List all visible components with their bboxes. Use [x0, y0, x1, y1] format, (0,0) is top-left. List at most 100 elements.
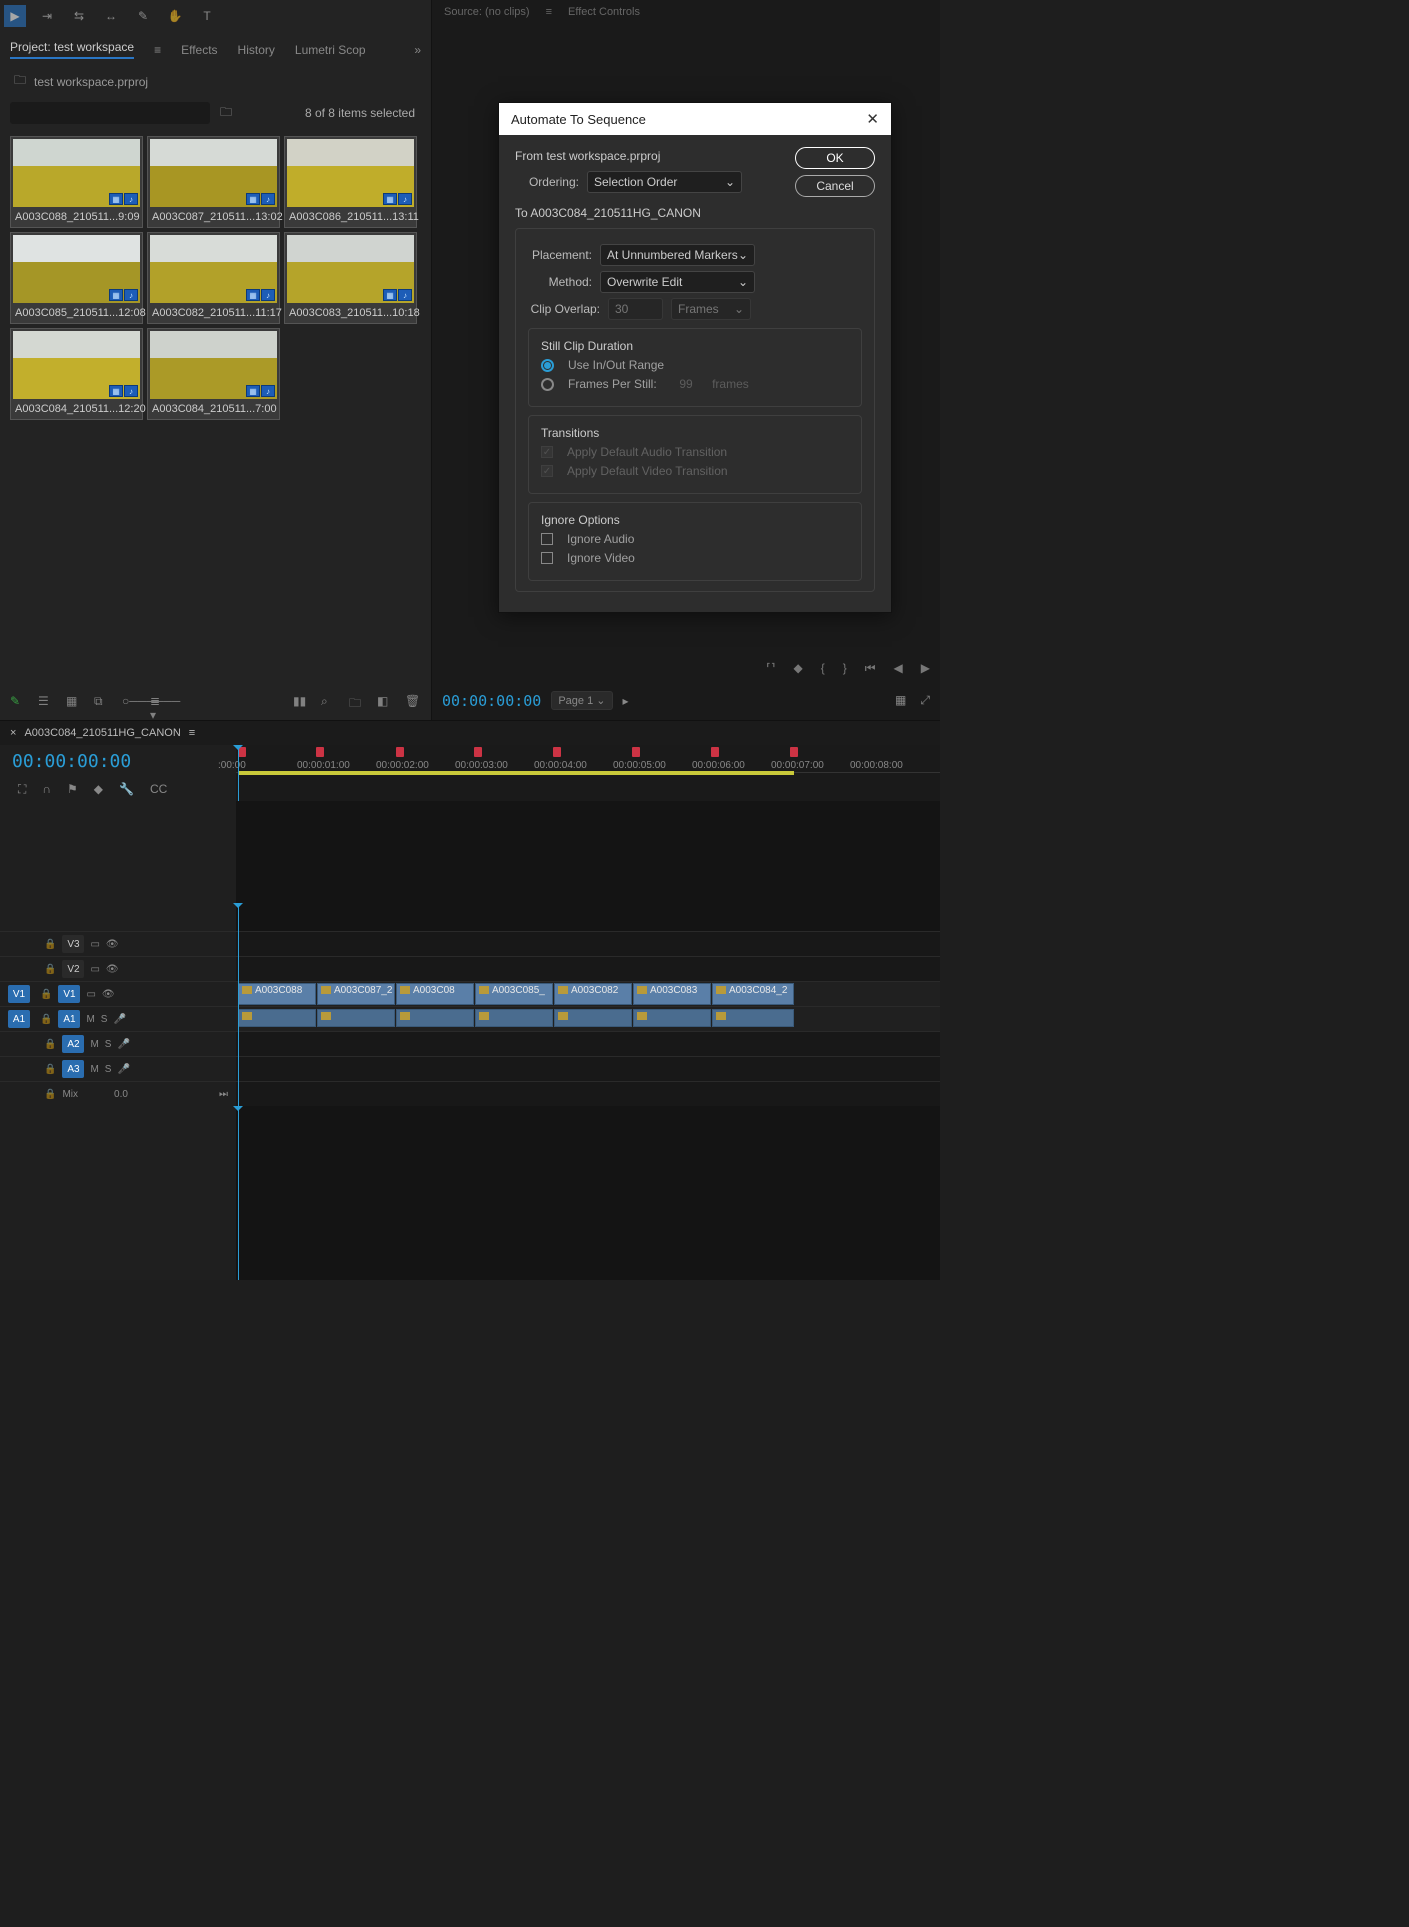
- clip-item[interactable]: ▦♪A003C082_210511...11:17: [147, 232, 280, 324]
- eye-icon[interactable]: 👁: [106, 964, 119, 975]
- clip-item[interactable]: ▦♪A003C083_210511...10:18: [284, 232, 417, 324]
- marker-icon[interactable]: [632, 747, 640, 757]
- placement-select[interactable]: At Unnumbered Markers⌄: [600, 244, 755, 266]
- automate-icon[interactable]: ▮▮: [293, 694, 309, 710]
- timeline-clip[interactable]: A003C085_: [475, 983, 553, 1005]
- timeline-clip[interactable]: A003C08: [396, 983, 474, 1005]
- linked-sel-icon[interactable]: ∩: [42, 782, 51, 797]
- source-v1[interactable]: V1: [8, 985, 30, 1003]
- icon-view-icon[interactable]: ▦: [66, 694, 82, 710]
- selection-tool-icon[interactable]: ▶: [4, 5, 26, 27]
- sequence-name[interactable]: A003C084_210511HG_CANON: [24, 727, 180, 739]
- timeline-audio-clip[interactable]: [554, 1009, 632, 1027]
- work-area-bar[interactable]: [238, 771, 794, 775]
- timeline-clip[interactable]: A003C084_2: [712, 983, 794, 1005]
- sort-icon[interactable]: ≣ ▾: [150, 694, 166, 710]
- source-menu-icon[interactable]: ≡: [546, 6, 552, 18]
- marker-icon[interactable]: [396, 747, 404, 757]
- cancel-button[interactable]: Cancel: [795, 175, 875, 197]
- list-view-icon[interactable]: ☰: [38, 694, 54, 710]
- tab-lumetri[interactable]: Lumetri Scop: [295, 43, 366, 57]
- mute-icon[interactable]: M: [90, 1064, 98, 1075]
- insert-icon[interactable]: ◆: [94, 782, 103, 797]
- clip-item[interactable]: ▦♪A003C087_210511...13:02: [147, 136, 280, 228]
- new-bin-icon[interactable]: 🗀: [349, 694, 365, 710]
- timeline-clip[interactable]: A003C088: [238, 983, 316, 1005]
- timeline-clip[interactable]: A003C082: [554, 983, 632, 1005]
- solo-icon[interactable]: S: [105, 1039, 112, 1050]
- playhead[interactable]: [238, 1106, 239, 1280]
- voice-icon[interactable]: 🎤: [113, 1014, 125, 1025]
- clip-item[interactable]: ▦♪A003C084_210511...7:00: [147, 328, 280, 420]
- trash-icon[interactable]: 🗑: [405, 694, 421, 710]
- ok-button[interactable]: OK: [795, 147, 875, 169]
- track-a3-header[interactable]: 🔒A3MS🎤: [0, 1056, 236, 1081]
- clip-item[interactable]: ▦♪A003C085_210511...12:08: [10, 232, 143, 324]
- toggle-output-icon[interactable]: ▭: [90, 939, 99, 950]
- eye-icon[interactable]: 👁: [106, 939, 119, 950]
- chk-ignore-audio[interactable]: Ignore Audio: [541, 532, 849, 546]
- timeline-audio-clip[interactable]: [633, 1009, 711, 1027]
- mute-icon[interactable]: M: [86, 1014, 94, 1025]
- clip-item[interactable]: ▦♪A003C086_210511...13:11: [284, 136, 417, 228]
- lane-v1[interactable]: A003C088A003C087_2A003C08A003C085_A003C0…: [236, 981, 940, 1006]
- expand-icon[interactable]: ⤢: [920, 693, 930, 708]
- lock-icon[interactable]: 🔒: [44, 964, 56, 975]
- voice-icon[interactable]: 🎤: [117, 1064, 129, 1075]
- timeline-clip[interactable]: A003C083: [633, 983, 711, 1005]
- eye-icon[interactable]: 👁: [102, 989, 115, 1000]
- marker-icon[interactable]: [474, 747, 482, 757]
- marker-icon[interactable]: ◆: [793, 661, 802, 676]
- track-v1-header[interactable]: V1🔒V1▭👁: [0, 981, 236, 1006]
- solo-icon[interactable]: S: [105, 1064, 112, 1075]
- playhead[interactable]: [238, 903, 239, 1106]
- clip-item[interactable]: ▦♪A003C084_210511...12:20: [10, 328, 143, 420]
- overflow-icon[interactable]: »: [414, 43, 421, 57]
- play-icon[interactable]: ▶: [921, 661, 930, 676]
- timeline-audio-clip[interactable]: [712, 1009, 794, 1027]
- lock-icon[interactable]: 🔒: [40, 989, 52, 1000]
- timeline-audio-clip[interactable]: [317, 1009, 395, 1027]
- hand-icon[interactable]: ✋: [164, 5, 186, 27]
- toggle-output-icon[interactable]: ▭: [86, 989, 95, 1000]
- filter-bin-icon[interactable]: 🗀: [220, 103, 232, 124]
- lane-v2[interactable]: [236, 956, 940, 981]
- lane-a3[interactable]: [236, 1056, 940, 1081]
- timeline-clip[interactable]: A003C087_2: [317, 983, 395, 1005]
- timeline-audio-clip[interactable]: [396, 1009, 474, 1027]
- panel-menu-icon[interactable]: ≡: [189, 727, 195, 739]
- search-input[interactable]: [10, 102, 210, 124]
- fit-select[interactable]: Page 1 ⌄: [551, 691, 612, 710]
- lock-icon[interactable]: 🔒: [44, 1064, 56, 1075]
- tab-effect-controls[interactable]: Effect Controls: [568, 6, 640, 18]
- marker-icon[interactable]: [316, 747, 324, 757]
- cc-icon[interactable]: CC: [150, 782, 167, 797]
- marker-icon[interactable]: [553, 747, 561, 757]
- lock-icon[interactable]: 🔒: [44, 1039, 56, 1050]
- radio-use-inout[interactable]: Use In/Out Range: [541, 358, 849, 372]
- method-select[interactable]: Overwrite Edit⌄: [600, 271, 755, 293]
- lane-a2[interactable]: [236, 1031, 940, 1056]
- snap-icon[interactable]: ⛶: [18, 782, 26, 797]
- track-select-icon[interactable]: ⇥: [36, 5, 58, 27]
- radio-frames-per-still[interactable]: Frames Per Still: 99 frames: [541, 377, 849, 391]
- close-tab-icon[interactable]: ×: [10, 727, 16, 739]
- new-item-icon[interactable]: ✎: [10, 694, 26, 710]
- track-mix-header[interactable]: 🔒Mix0.0⏭: [0, 1081, 236, 1106]
- marker-add-icon[interactable]: ⚑: [67, 782, 78, 797]
- wrench-icon[interactable]: 🔧: [119, 782, 134, 797]
- go-out-icon[interactable]: }: [843, 661, 847, 676]
- tab-project[interactable]: Project: test workspace: [10, 40, 134, 59]
- voice-icon[interactable]: 🎤: [117, 1039, 129, 1050]
- lane-a1[interactable]: [236, 1006, 940, 1031]
- panel-menu-icon[interactable]: ≡: [154, 43, 161, 57]
- marker-icon[interactable]: [790, 747, 798, 757]
- time-ruler[interactable]: :00:0000:00:01:0000:00:02:0000:00:03:000…: [236, 745, 940, 773]
- find-icon[interactable]: ⌕: [321, 694, 337, 710]
- toggle-output-icon[interactable]: ▭: [90, 964, 99, 975]
- step-fwd-icon[interactable]: ▸: [623, 694, 629, 708]
- track-lanes[interactable]: A003C088A003C087_2A003C08A003C085_A003C0…: [236, 931, 940, 1106]
- lock-icon[interactable]: 🔒: [44, 939, 56, 950]
- solo-icon[interactable]: S: [101, 1014, 108, 1025]
- marker-icon[interactable]: [711, 747, 719, 757]
